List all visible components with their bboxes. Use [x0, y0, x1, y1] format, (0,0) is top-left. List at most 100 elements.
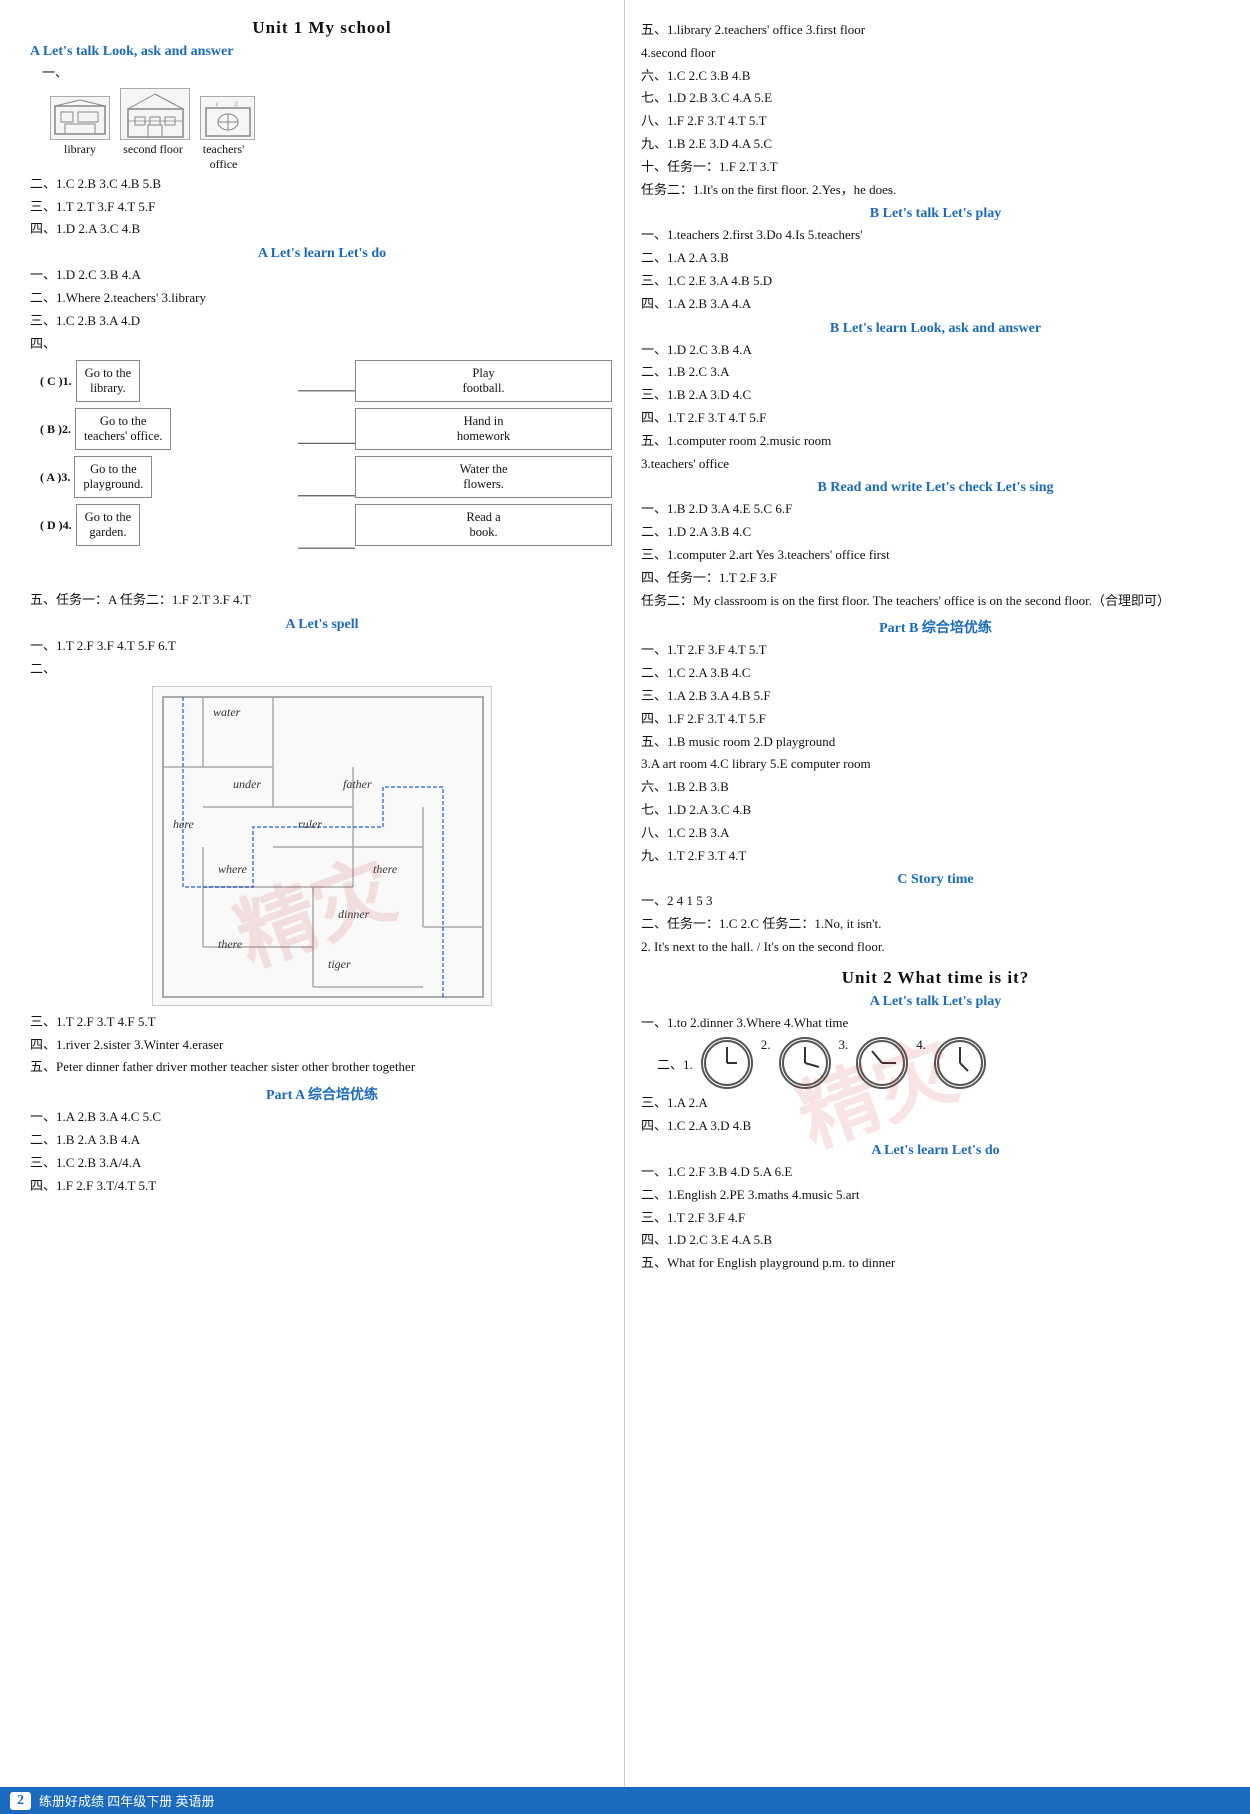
library-image: [50, 96, 110, 140]
partB-title: Part B 综合培优练: [641, 617, 1230, 637]
left-column: Unit 1 My school A Let's talk Look, ask …: [0, 0, 625, 1814]
u2At3: 三、1.A 2.A: [641, 1093, 1230, 1114]
unit2-title: Unit 2 What time is it?: [641, 968, 1230, 988]
Bl4: 四、1.T 2.F 3.T 4.T 5.F: [641, 408, 1230, 429]
story2: 二、任务一：1.C 2.C 任务二：1.No, it isn't.: [641, 914, 1230, 935]
pB3: 三、1.A 2.B 3.A 4.B 5.F: [641, 686, 1230, 707]
u2Al2: 二、1.English 2.PE 3.maths 4.music 5.art: [641, 1185, 1230, 1206]
word-there1: there: [373, 862, 397, 877]
label-second-floor: second floor: [118, 142, 188, 172]
building-image: [120, 88, 190, 140]
san3-left: 三、1.T 2.F 3.T 4.F 5.T: [30, 1012, 614, 1033]
match-left-4: Go to thegarden.: [76, 504, 141, 546]
word-ruler: ruler: [298, 817, 322, 832]
clock-4: [934, 1037, 986, 1089]
line-si: 四、1.D 2.A 3.C 4.B: [30, 219, 614, 240]
spell-title: A Let's spell: [30, 617, 614, 633]
label-library: library: [50, 142, 110, 172]
clock-label: 二、1.: [657, 1054, 693, 1073]
pB2: 二、1.C 2.A 3.B 4.C: [641, 663, 1230, 684]
learn3: 三、1.C 2.B 3.A 4.D: [30, 311, 614, 332]
learn-title: A Let's learn Let's do: [30, 246, 614, 262]
pB1: 一、1.T 2.F 3.F 4.T 5.T: [641, 640, 1230, 661]
bottom-text: 练册好成绩 四年级下册 英语册: [39, 1791, 215, 1810]
Bl5b: 3.teachers' office: [641, 454, 1230, 475]
pB6: 六、1.B 2.B 3.B: [641, 777, 1230, 798]
Brw5: 任务二：My classroom is on the first floor. …: [641, 591, 1230, 612]
svg-text:♫: ♫: [233, 100, 238, 108]
svg-text:♪: ♪: [215, 100, 219, 108]
Bl5: 五、1.computer room 2.music room: [641, 431, 1230, 452]
right-column: 五、1.library 2.teachers' office 3.first f…: [625, 0, 1250, 1814]
word-there2: there: [218, 937, 242, 952]
pA3: 三、1.C 2.B 3.A/4.A: [30, 1153, 614, 1174]
learn2: 二、1.Where 2.teachers' 3.library: [30, 288, 614, 309]
unit1-title: Unit 1 My school: [30, 18, 614, 38]
partA-title: Part A 综合培优练: [30, 1084, 614, 1104]
bottom-bar: 2 练册好成绩 四年级下册 英语册: [0, 1787, 1250, 1814]
match-left-1: Go to thelibrary.: [76, 360, 141, 402]
u2-Atalk-title: A Let's talk Let's play: [641, 994, 1230, 1010]
shi10: 十、任务一：1.F 2.T 3.T: [641, 157, 1230, 178]
u2Al3: 三、1.T 2.F 3.F 4.F: [641, 1208, 1230, 1229]
pB5b: 3.A art room 4.C library 5.E computer ro…: [641, 754, 1230, 775]
u2-Alearn-title: A Let's learn Let's do: [641, 1143, 1230, 1159]
line-san: 三、1.T 2.T 3.F 4.T 5.F: [30, 197, 614, 218]
word-where: where: [218, 862, 247, 877]
label-teachers-office: teachers' office: [196, 142, 251, 172]
clock-sep-1: 2.: [761, 1037, 771, 1089]
u2Al4: 四、1.D 2.C 3.E 4.A 5.B: [641, 1230, 1230, 1251]
match-right-4: Read abook.: [355, 504, 613, 546]
Brw3: 三、1.computer 2.art Yes 3.teachers' offic…: [641, 545, 1230, 566]
sectB-talk-title: B Let's talk Let's play: [641, 206, 1230, 222]
match-pairs: ( C )1. Go to thelibrary. ( B )2. Go to …: [40, 360, 612, 584]
matching-area: ( C )1. Go to thelibrary. ( B )2. Go to …: [40, 360, 612, 584]
wu5-left: 五、任务一：A 任务二：1.F 2.T 3.F 4.T: [30, 590, 614, 611]
Brw2: 二、1.D 2.A 3.B 4.C: [641, 522, 1230, 543]
spell1: 一、1.T 2.F 3.F 4.T 5.F 6.T: [30, 636, 614, 657]
B-rw-title: B Read and write Let's check Let's sing: [641, 480, 1230, 496]
clock-sep-3: 4.: [916, 1037, 926, 1089]
match-right-3: Water theflowers.: [355, 456, 613, 498]
learn1: 一、1.D 2.C 3.B 4.A: [30, 265, 614, 286]
page: 精灾 精灾 Unit 1 My school A Let's talk Look…: [0, 0, 1250, 1814]
word-tiger: tiger: [328, 957, 351, 972]
match-left-col: ( C )1. Go to thelibrary. ( B )2. Go to …: [40, 360, 298, 546]
u2At1: 一、1.to 2.dinner 3.Where 4.What time: [641, 1013, 1230, 1034]
word-father: father: [343, 777, 372, 792]
qi7: 七、1.D 2.B 3.C 4.A 5.E: [641, 88, 1230, 109]
jiu9: 九、1.B 2.E 3.D 4.A 5.C: [641, 134, 1230, 155]
pB9: 九、1.T 2.F 3.T 4.T: [641, 846, 1230, 867]
word-under: under: [233, 777, 261, 792]
u2At4: 四、1.C 2.A 3.D 4.B: [641, 1116, 1230, 1137]
match-right-col: Playfootball. Hand inhomework Water thef…: [355, 360, 613, 546]
pB7: 七、1.D 2.A 3.C 4.B: [641, 800, 1230, 821]
music-image: ♪ ♫: [200, 96, 255, 140]
line-er: 二、1.C 2.B 3.C 4.B 5.B: [30, 174, 614, 195]
sectionA-title: A Let's talk Look, ask and answer: [30, 44, 614, 60]
story3: 2. It's next to the hall. / It's on the …: [641, 937, 1230, 958]
clock-1: [701, 1037, 753, 1089]
maze-section: water under father here ruler where ther…: [30, 686, 614, 1006]
images-row: ♪ ♫: [50, 88, 614, 140]
word-here: here: [173, 817, 194, 832]
wu5-2: 4.second floor: [641, 43, 1230, 64]
ba8: 八、1.F 2.F 3.T 4.T 5.T: [641, 111, 1230, 132]
er2: 二、: [30, 659, 614, 680]
pB8: 八、1.C 2.B 3.A: [641, 823, 1230, 844]
Bl2: 二、1.B 2.C 3.A: [641, 362, 1230, 383]
wu-peter: 五、Peter dinner father driver mother teac…: [30, 1057, 614, 1078]
maze-svg: [153, 687, 493, 1007]
match-left-2: Go to theteachers' office.: [75, 408, 171, 450]
clock-sep-2: 3.: [839, 1037, 849, 1089]
Bt1: 一、1.teachers 2.first 3.Do 4.Is 5.teacher…: [641, 225, 1230, 246]
clocks-container: 二、1. 2. 3.: [657, 1037, 1230, 1089]
story1: 一、2 4 1 5 3: [641, 891, 1230, 912]
sectB-learn-title: B Let's learn Look, ask and answer: [641, 321, 1230, 337]
img-labels: library second floor teachers' office: [50, 142, 614, 172]
Brw4: 四、任务一：1.T 2.F 3.F: [641, 568, 1230, 589]
match-left-3: Go to theplayground.: [74, 456, 152, 498]
Bt4: 四、1.A 2.B 3.A 4.A: [641, 294, 1230, 315]
word-dinner: dinner: [338, 907, 369, 922]
u2Al5: 五、What for English playground p.m. to di…: [641, 1253, 1230, 1274]
